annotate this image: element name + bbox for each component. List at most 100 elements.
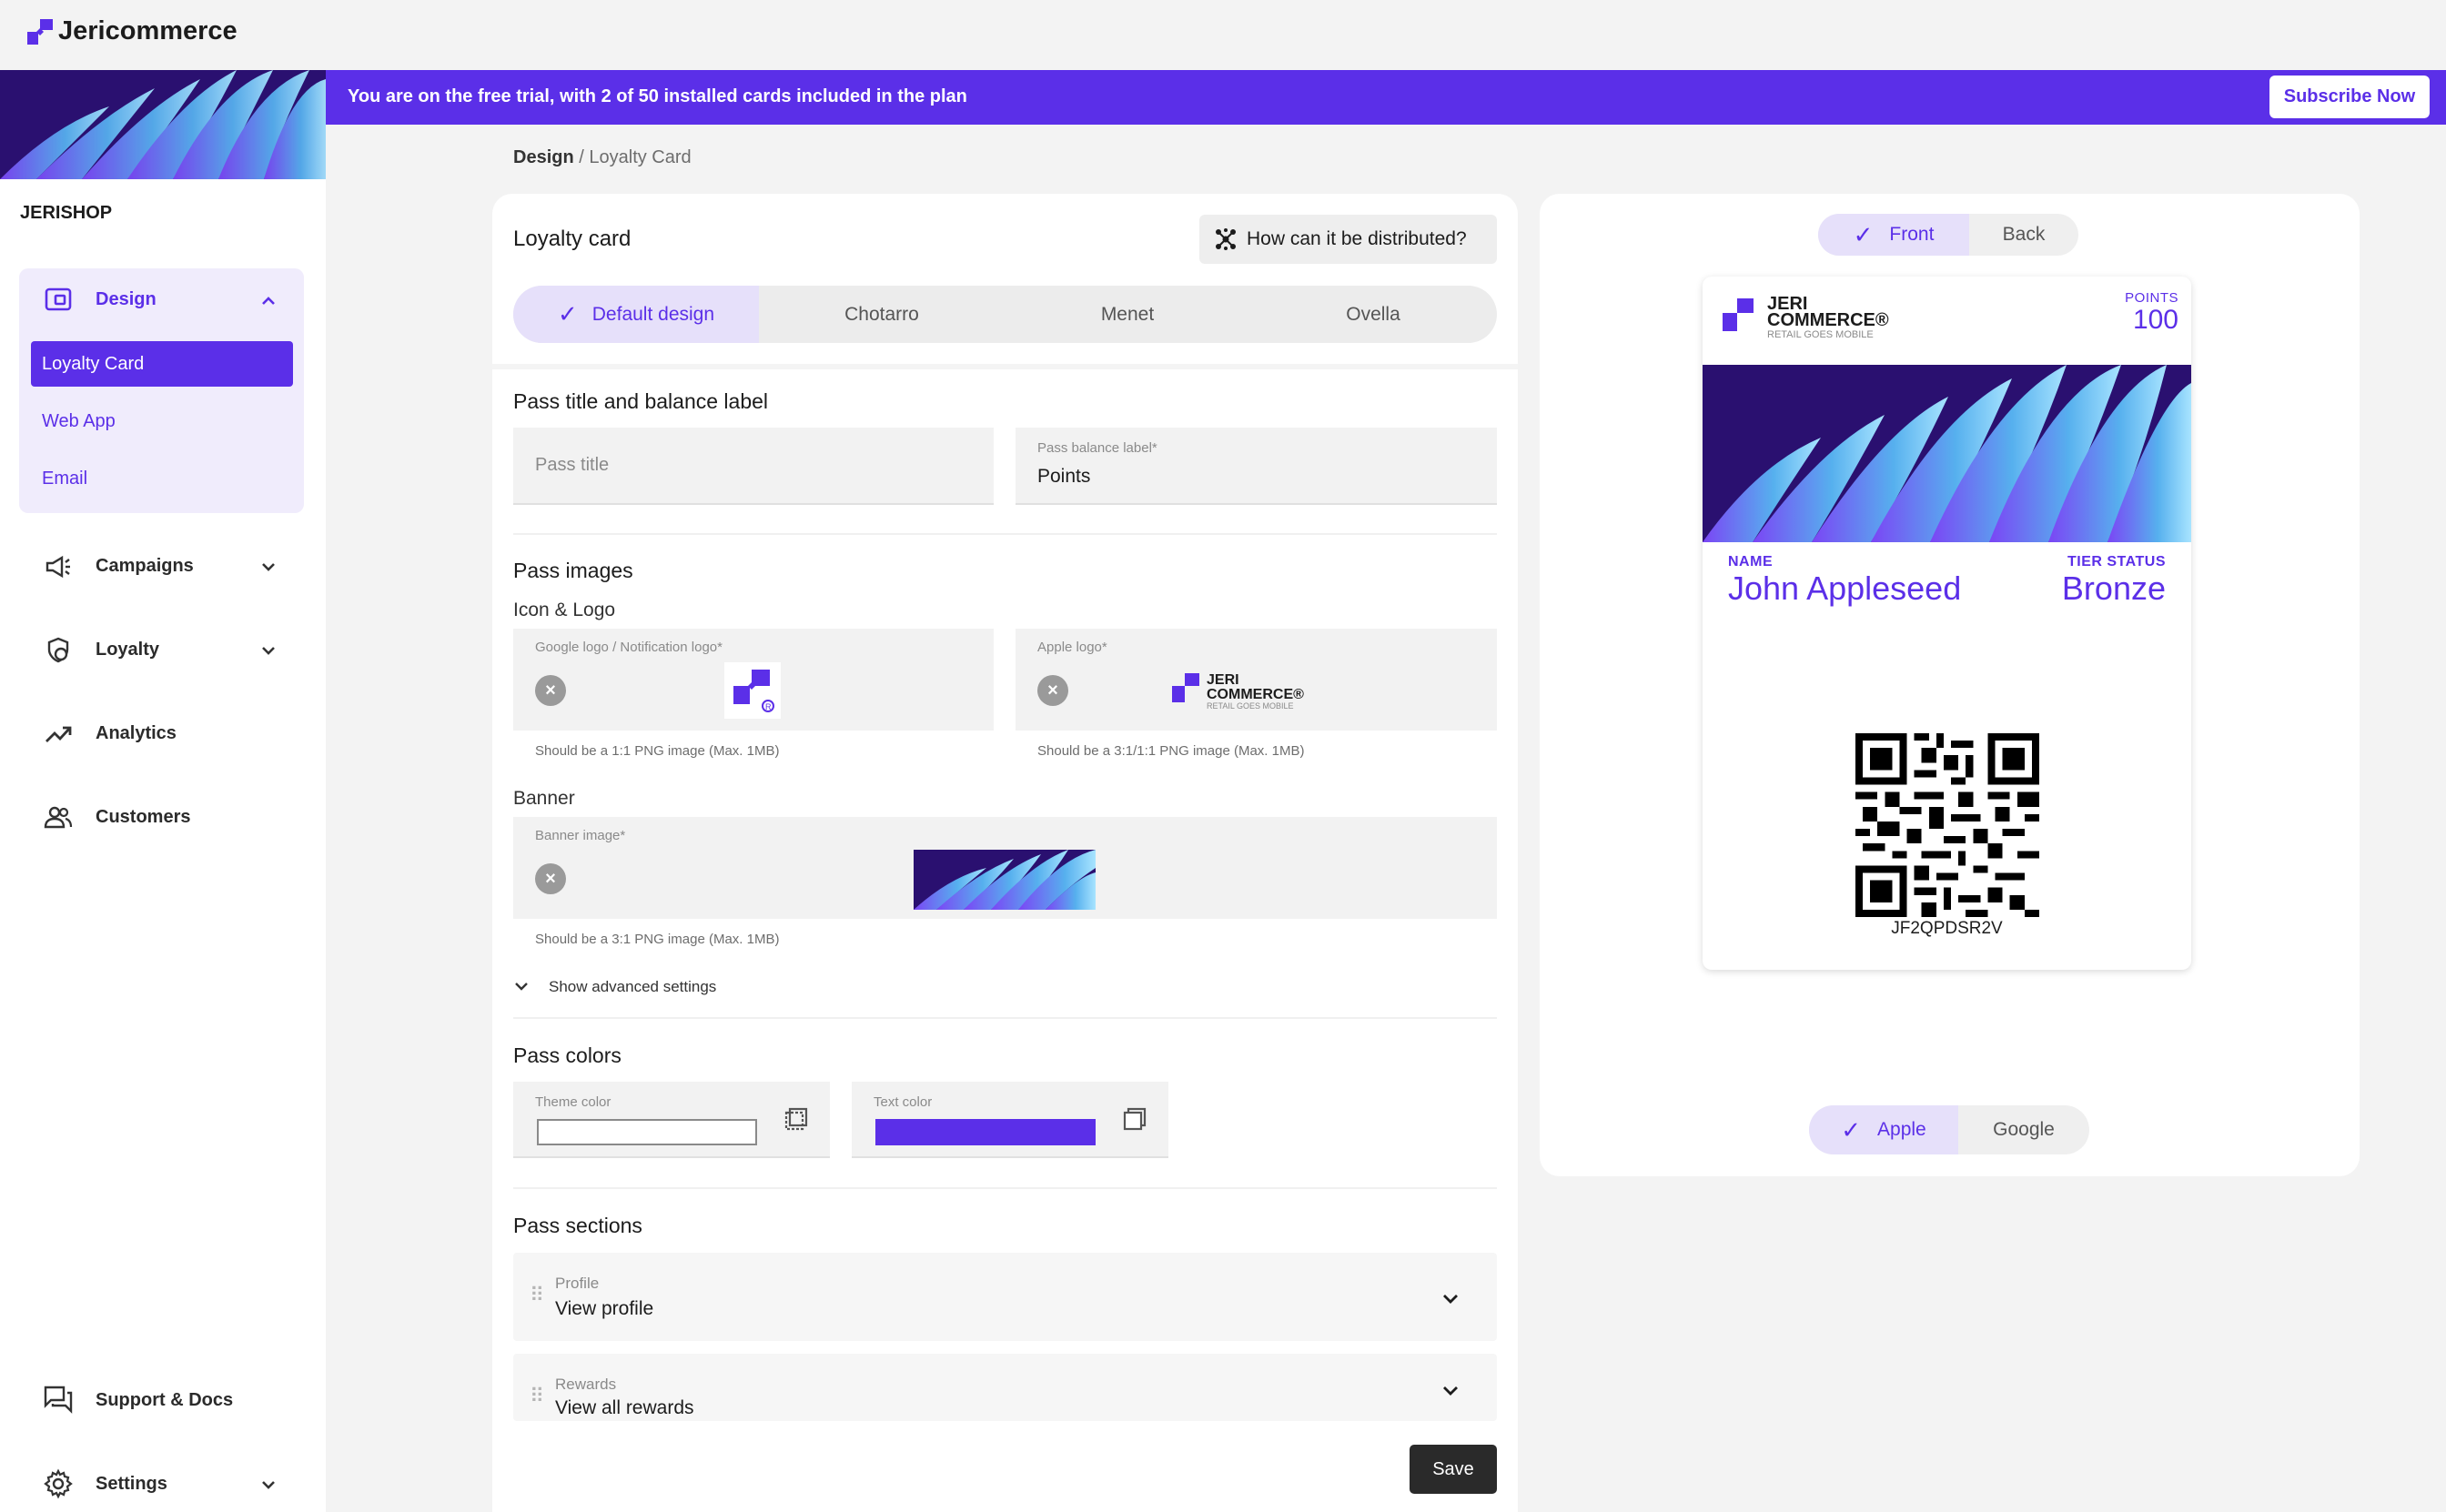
nav-support-docs[interactable]: Support & Docs: [96, 1390, 233, 1411]
chevron-down-icon[interactable]: [258, 557, 278, 577]
shop-name: JERISHOP: [20, 203, 113, 223]
remove-google-logo-button[interactable]: ×: [535, 675, 566, 706]
nav-analytics[interactable]: Analytics: [96, 723, 177, 744]
chevron-up-icon[interactable]: [258, 291, 278, 311]
tab-ovella[interactable]: Ovella: [1250, 286, 1496, 343]
save-button[interactable]: Save: [1410, 1445, 1497, 1494]
banner-preview-image: [914, 850, 1096, 910]
check-icon: ✓: [1841, 1115, 1862, 1144]
jericommerce-logo-icon: R: [733, 670, 774, 712]
nav-email[interactable]: Email: [31, 456, 293, 501]
nav-loyalty-card[interactable]: Loyalty Card: [31, 341, 293, 387]
card-points-value: 100: [2132, 305, 2178, 335]
theme-color-caption: Theme color: [535, 1094, 612, 1110]
theme-color-field[interactable]: Theme color: [513, 1082, 830, 1158]
balance-label-caption: Pass balance label*: [1037, 440, 1157, 456]
banner-caption: Banner image*: [535, 828, 626, 843]
drag-handle-icon[interactable]: ⠿: [530, 1385, 544, 1408]
tab-default-design[interactable]: ✓ Default design: [513, 286, 759, 343]
color-picker-icon[interactable]: [1121, 1105, 1148, 1133]
section-label: Rewards: [555, 1376, 617, 1393]
pass-title-placeholder: Pass title: [535, 455, 610, 475]
nav-web-app[interactable]: Web App: [31, 398, 293, 444]
breadcrumb-separator: /: [579, 147, 584, 167]
sidebar-banner-image: [0, 70, 326, 179]
nav-settings[interactable]: Settings: [96, 1474, 167, 1495]
divider: [513, 1017, 1497, 1019]
divider: [513, 533, 1497, 535]
subscribe-button[interactable]: Subscribe Now: [2269, 76, 2430, 118]
toggle-label: Apple: [1877, 1119, 1926, 1140]
color-picker-icon[interactable]: [783, 1105, 810, 1133]
nav-loyalty[interactable]: Loyalty: [96, 640, 159, 660]
toggle-apple[interactable]: ✓ Apple: [1809, 1105, 1958, 1154]
section-rewards[interactable]: ⠿ Rewards View all rewards: [513, 1354, 1497, 1421]
section-profile[interactable]: ⠿ Profile View profile: [513, 1253, 1497, 1341]
distribute-button[interactable]: How can it be distributed?: [1199, 215, 1497, 264]
google-logo-caption: Google logo / Notification logo*: [535, 640, 723, 655]
toggle-google[interactable]: Google: [1958, 1105, 2089, 1154]
tab-chotarro[interactable]: Chotarro: [759, 286, 1005, 343]
balance-label-value: Points: [1037, 466, 1091, 487]
chevron-down-icon[interactable]: [1440, 1379, 1461, 1401]
nav-design[interactable]: Design: [96, 289, 157, 310]
people-icon: [44, 806, 73, 829]
hub-icon: [1216, 228, 1236, 250]
remove-banner-button[interactable]: ×: [535, 863, 566, 894]
show-advanced-settings[interactable]: Show advanced settings: [549, 978, 716, 996]
card-code: JF2QPDSR2V: [1891, 919, 2003, 938]
chevron-down-icon[interactable]: [258, 1475, 278, 1495]
pass-card-preview: JERI COMMERCE® RETAIL GOES MOBILE POINTS…: [1703, 277, 2191, 970]
chevron-down-icon[interactable]: [1440, 1287, 1461, 1309]
pass-images-heading: Pass images: [513, 559, 633, 582]
balance-label-field[interactable]: Pass balance label* Points: [1016, 428, 1497, 505]
form-title: Loyalty card: [513, 227, 632, 251]
theme-color-swatch[interactable]: [537, 1119, 757, 1145]
breadcrumb: Design / Loyalty Card: [513, 147, 692, 168]
divider: [513, 1187, 1497, 1189]
banner-heading: Banner: [513, 788, 575, 809]
card-points-label: POINTS: [2125, 290, 2178, 306]
card-logo-tagline: RETAIL GOES MOBILE: [1767, 329, 1874, 340]
svg-text:R: R: [765, 702, 772, 711]
nav-campaigns[interactable]: Campaigns: [96, 556, 194, 577]
banner-field: Banner image* ×: [513, 817, 1497, 919]
tab-label: Default design: [591, 303, 715, 325]
card-name-value: John Appleseed: [1728, 570, 1962, 607]
tab-menet[interactable]: Menet: [1005, 286, 1250, 343]
loyalty-icon: [47, 637, 69, 663]
toggle-label: Front: [1889, 224, 1935, 245]
card-tier-value: Bronze: [2061, 570, 2166, 607]
section-label: Profile: [555, 1275, 600, 1292]
gear-icon: [44, 1468, 73, 1499]
pass-title-field[interactable]: Pass title: [513, 428, 994, 505]
apple-logo-preview: JERI COMMERCE® RETAIL GOES MOBILE: [1172, 672, 1304, 711]
toggle-front[interactable]: ✓ Front: [1818, 214, 1969, 256]
apple-logo-hint: Should be a 3:1/1:1 PNG image (Max. 1MB): [1037, 743, 1305, 759]
drag-handle-icon[interactable]: ⠿: [530, 1284, 544, 1307]
toggle-back[interactable]: Back: [1969, 214, 2078, 256]
nav-customers[interactable]: Customers: [96, 807, 190, 828]
remove-apple-logo-button[interactable]: ×: [1037, 675, 1068, 706]
jericommerce-logo-icon: [27, 19, 53, 45]
icon-logo-heading: Icon & Logo: [513, 600, 616, 620]
section-value: View profile: [555, 1298, 654, 1319]
breadcrumb-root[interactable]: Design: [513, 147, 574, 167]
text-color-field[interactable]: Text color: [852, 1082, 1168, 1158]
trending-icon: [45, 726, 72, 742]
apple-logo-field: Apple logo* × JERI COMMERCE® RETAIL GOES…: [1016, 629, 1497, 731]
card-logo-line2: COMMERCE®: [1767, 310, 1889, 330]
qr-code: [1855, 733, 2039, 917]
chevron-down-icon[interactable]: [511, 976, 531, 996]
text-color-swatch[interactable]: [875, 1119, 1096, 1145]
design-icon: [45, 287, 72, 311]
chat-icon: [44, 1386, 73, 1414]
google-logo-hint: Should be a 1:1 PNG image (Max. 1MB): [535, 743, 780, 759]
save-bar: [492, 1421, 1518, 1512]
section-value: View all rewards: [555, 1397, 694, 1418]
banner-hint: Should be a 3:1 PNG image (Max. 1MB): [535, 932, 780, 947]
pass-colors-heading: Pass colors: [513, 1043, 622, 1067]
pass-title-heading: Pass title and balance label: [513, 389, 769, 413]
svg-text:JERI: JERI: [1207, 672, 1239, 688]
chevron-down-icon[interactable]: [258, 640, 278, 660]
